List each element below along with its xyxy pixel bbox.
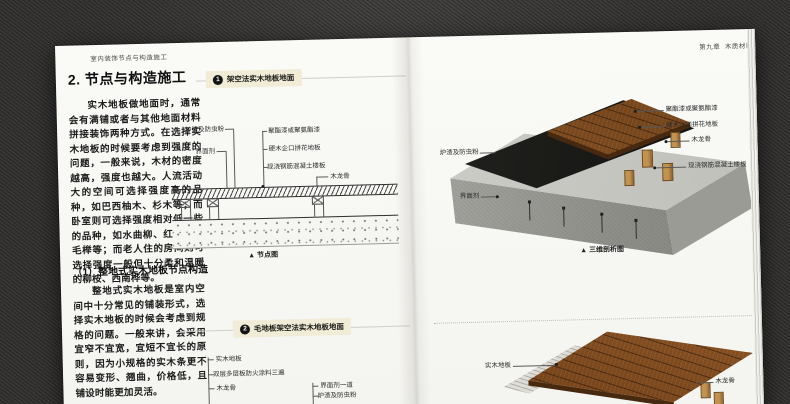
leader-tick: [312, 386, 318, 387]
figure1-joist-block: [179, 199, 191, 208]
figure3-label-paint: 聚酯漆或聚氨酯漆: [666, 105, 718, 114]
figure3-wood-joist: [662, 163, 673, 181]
leader-tick: [262, 131, 267, 132]
figure1-joist-stem: [314, 204, 324, 216]
figure3-caption: ▲ 三维剖析图: [580, 244, 624, 255]
leader-line: [316, 176, 328, 177]
figure1-label-hardwood: 硬木企口拼花地板: [269, 145, 321, 154]
running-header-left: 室内装饰节点与构造施工: [90, 51, 167, 63]
figure2-label-floor: 实木地板: [216, 356, 242, 364]
leader-line: [696, 382, 713, 383]
figure1-label-cinder: 炉渣及防虫粉: [185, 126, 224, 134]
leader-dot: [653, 166, 656, 169]
running-header-right: 第九章 木质材料: [699, 40, 753, 51]
figure2-label-interface: 界面剂一道: [320, 382, 353, 390]
figure1-label-interface: 界面剂: [196, 148, 216, 156]
figure2-badge-label: 毛地板架空法实木地板地面: [254, 321, 344, 334]
leader-dot: [555, 363, 558, 366]
figure3-pin-head: [600, 213, 603, 216]
figure1-joist-block: [312, 195, 324, 204]
leader-line: [226, 151, 228, 188]
leader-line: [262, 131, 264, 188]
page-title: 2. 节点与构造施工: [68, 67, 187, 90]
figure2-label-plywood: 双层多层板防火涂料三遍: [213, 369, 285, 378]
paragraph-2: 整地式实木地板是室内空间中十分常见的铺装形式，选择实木地板的时候会考虑到规格的问…: [73, 282, 208, 401]
figure3-pin-head: [562, 207, 565, 210]
figure3-label-hardwood: 硬木企口拼花地板: [666, 121, 718, 130]
figure3-label-joist: 木龙骨: [691, 136, 711, 144]
figure1-joist-stem: [209, 207, 219, 219]
figure1-caption: ▲ 节点图: [248, 250, 278, 261]
figure4-label-joist: 木龙骨: [715, 377, 735, 385]
figure4-wood-joist: [714, 392, 724, 404]
figure3-pin-head: [634, 219, 637, 222]
figure3-pin-head: [528, 200, 531, 203]
leader-tick: [208, 359, 214, 360]
figure3-wood-joist: [642, 149, 653, 167]
leader-line: [217, 151, 226, 152]
leader-dot: [664, 140, 667, 143]
leader-tick: [263, 149, 268, 150]
section-divider: [434, 315, 752, 324]
right-page: 第九章 木质材料 聚酯漆或聚氨酯漆: [407, 29, 756, 404]
figure1-label-joist: 木龙骨: [330, 173, 350, 181]
leader-line: [225, 129, 233, 130]
figure3-label-concrete: 现浇钢筋混凝土楼板: [688, 161, 747, 170]
figure2-badge: 2 毛地板架空法实木地板地面: [233, 318, 351, 338]
leader-dot: [638, 126, 641, 129]
figure1-label-concrete: 现浇钢筋混凝土楼板: [267, 162, 326, 171]
figure2-label-joist: 木龙骨: [216, 385, 236, 393]
photo-scene: 室内装饰节点与构造施工 2. 节点与构造施工 实木地板做地面时，通常会有满铺或者…: [0, 0, 790, 404]
figure1-badge: 1 架空法实木地板地面: [206, 69, 302, 88]
figure1-joist-block: [207, 198, 219, 207]
figure2-label-cinder: 炉渣及防虫粉: [318, 392, 357, 400]
figure2-badge-number-circle: 2: [240, 324, 250, 334]
leader-line: [233, 129, 235, 188]
figure1-floorboard-layer: [172, 184, 398, 201]
leader-dot: [496, 195, 499, 198]
chapter-number: 第九章: [699, 44, 720, 52]
figure1-badge-number-circle: 1: [213, 74, 223, 84]
figure4-label-floor: 实木地板: [485, 362, 511, 370]
left-page: 室内装饰节点与构造施工 2. 节点与构造施工 实木地板做地面时，通常会有满铺或者…: [55, 37, 416, 404]
leader-dot: [634, 110, 637, 113]
figure1-badge-label: 架空法实木地板地面: [227, 72, 295, 85]
figure3-wood-joist: [624, 170, 634, 186]
leader-dot: [496, 151, 499, 154]
figure1-label-paint: 聚酯漆或聚氨酯漆: [268, 127, 320, 136]
figure1-joist-stem: [181, 208, 191, 220]
figure3-label-cinder: 炉渣及防虫粉: [440, 149, 479, 157]
leader-tick: [208, 388, 214, 389]
figure3-label-interface: 界面剂: [460, 193, 480, 201]
open-book: 室内装饰节点与构造施工 2. 节点与构造施工 实木地板做地面时，通常会有满铺或者…: [55, 29, 764, 404]
leader-line: [208, 357, 210, 404]
figure1-concrete-slab: [172, 215, 399, 250]
